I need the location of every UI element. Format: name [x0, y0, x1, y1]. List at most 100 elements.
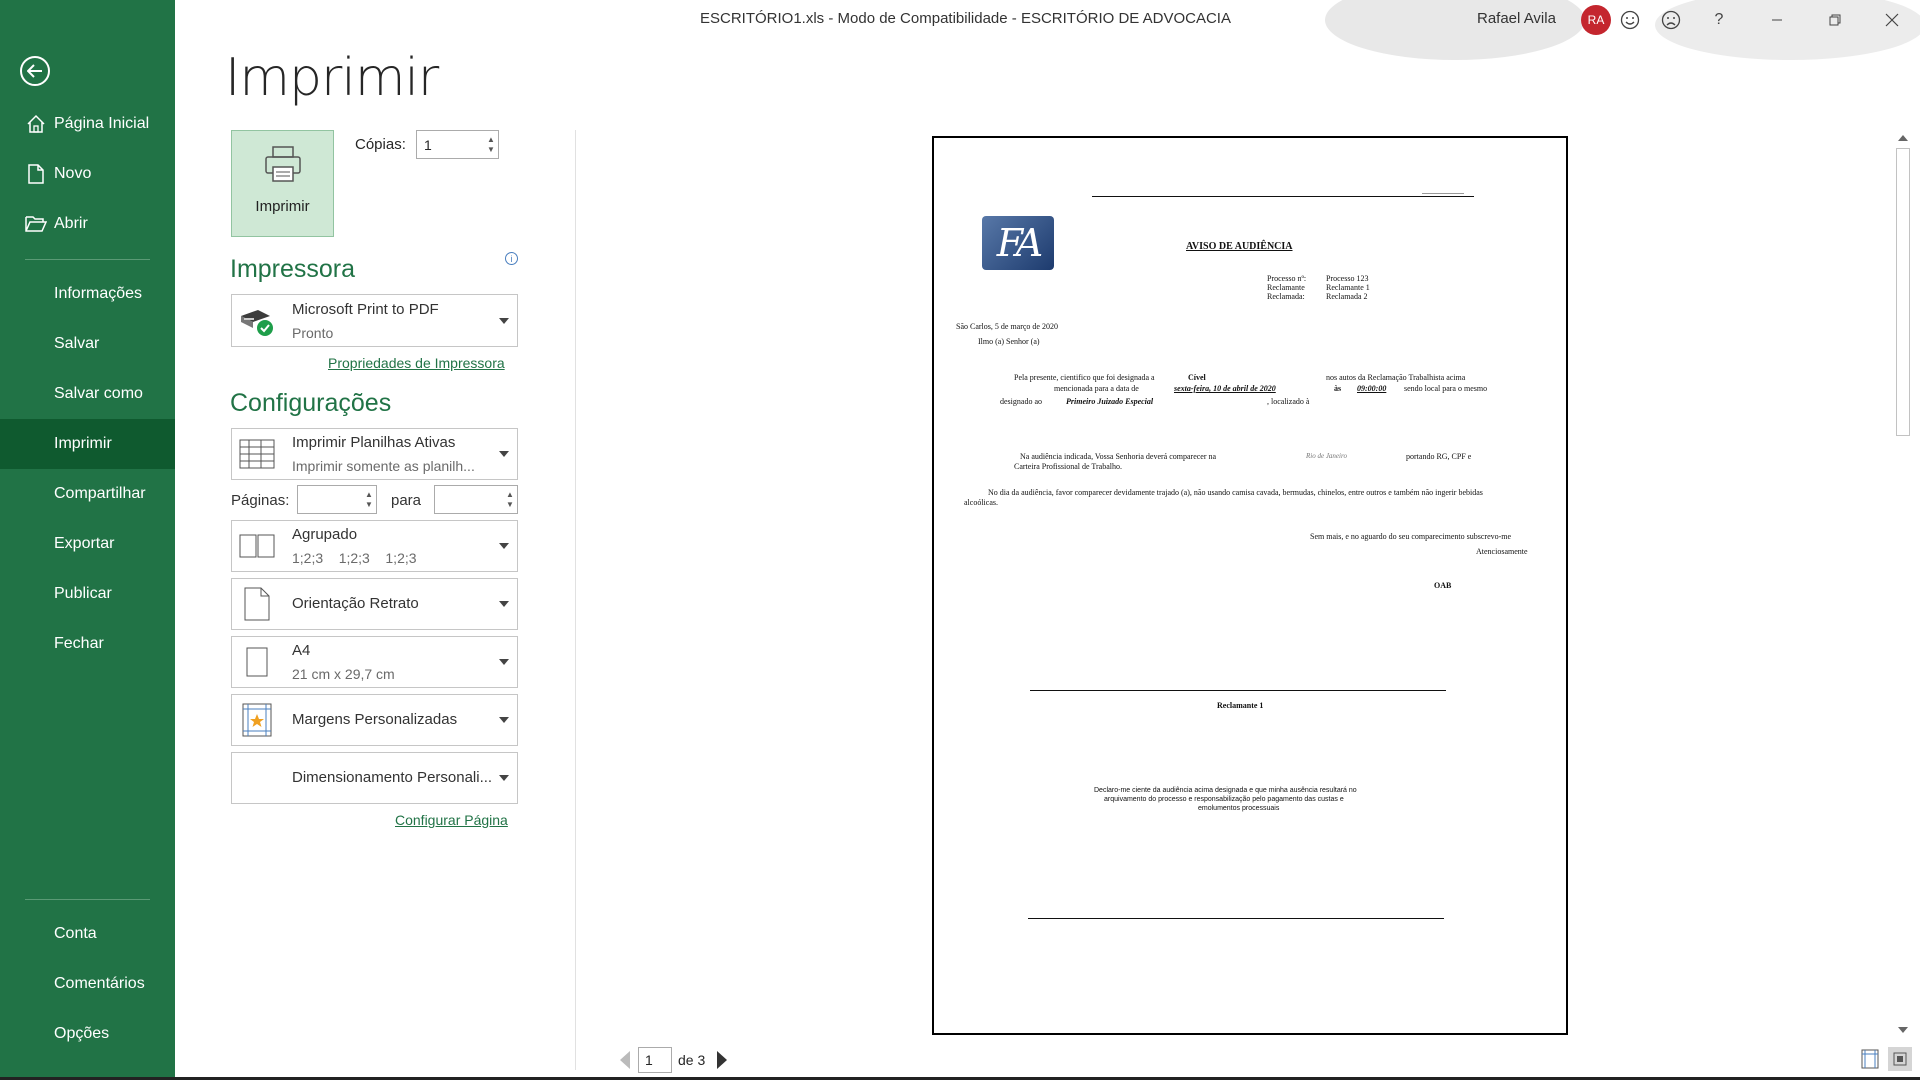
doc-p2-city: Rio de Janeiro: [1306, 452, 1347, 460]
backstage-sidebar: Página Inicial Novo Abrir Informações Sa…: [0, 0, 175, 1080]
copies-value: 1: [424, 136, 432, 153]
paper-size-dropdown[interactable]: A4 21 cm x 29,7 cm: [231, 636, 518, 688]
stepper-arrows[interactable]: ▲ ▼: [362, 486, 376, 513]
frown-icon[interactable]: [1659, 8, 1683, 32]
collated-pages-icon: [238, 527, 276, 565]
printer-icon: [263, 145, 303, 188]
scroll-down-icon[interactable]: [1898, 1027, 1908, 1033]
nav-salvar[interactable]: Salvar: [0, 319, 175, 369]
page-setup-link[interactable]: Configurar Página: [395, 812, 508, 828]
show-margins-icon[interactable]: [1860, 1049, 1880, 1074]
doc-reclamante-label: Reclamante: [1267, 283, 1305, 292]
pages-to-stepper[interactable]: ▲ ▼: [434, 485, 518, 514]
nav-label: Exportar: [54, 535, 115, 552]
page-navigator: 1 de 3: [620, 1047, 728, 1073]
chevron-down-icon: [499, 717, 509, 723]
doc-p1-f: designado ao: [1000, 397, 1042, 406]
panel-divider: [575, 130, 576, 1070]
nav-compartilhar[interactable]: Compartilhar: [0, 469, 175, 519]
nav-conta[interactable]: Conta: [0, 909, 175, 959]
doc-title: AVISO DE AUDIÊNCIA: [1186, 241, 1293, 252]
nav-abrir[interactable]: Abrir: [0, 199, 175, 249]
doc-p3: No dia da audiência, favor comparecer de…: [988, 488, 1483, 497]
chevron-down-icon: [499, 601, 509, 607]
info-icon[interactable]: i: [505, 252, 518, 265]
orientation-label: Orientação Retrato: [292, 595, 419, 612]
zoom-to-page-icon[interactable]: [1888, 1047, 1912, 1071]
nav-opcoes[interactable]: Opções: [0, 1009, 175, 1059]
copies-label: Cópias:: [355, 136, 406, 153]
printer-properties-link[interactable]: Propriedades de Impressora: [328, 355, 505, 371]
pages-from-stepper[interactable]: ▲ ▼: [297, 485, 377, 514]
nav-label: Página Inicial: [54, 115, 150, 132]
print-what-main: Imprimir Planilhas Ativas: [292, 434, 456, 451]
doc-decl-2: arquivamento do processo e responsabiliz…: [1104, 796, 1344, 803]
orientation-dropdown[interactable]: Orientação Retrato: [231, 578, 518, 630]
stepper-arrows[interactable]: ▲ ▼: [484, 131, 498, 158]
rule-line: [1092, 196, 1474, 197]
copies-stepper[interactable]: 1 ▲ ▼: [416, 130, 499, 159]
nav-salvar-como[interactable]: Salvar como: [0, 369, 175, 419]
next-page-icon[interactable]: [717, 1051, 728, 1069]
avatar[interactable]: RA: [1581, 5, 1611, 35]
window-title: ESCRITÓRIO1.xls - Modo de Compatibilidad…: [700, 10, 1231, 27]
doc-closing-2: Atenciosamente: [1476, 547, 1528, 556]
nav-label: Compartilhar: [54, 485, 146, 502]
nav-informacoes[interactable]: Informações: [0, 269, 175, 319]
collate-dropdown[interactable]: Agrupado 1;2;3 1;2;3 1;2;3: [231, 520, 518, 572]
margins-dropdown[interactable]: Margens Personalizadas: [231, 694, 518, 746]
nav-novo[interactable]: Novo: [0, 149, 175, 199]
doc-city-date: São Carlos, 5 de março de 2020: [956, 322, 1058, 331]
scroll-up-icon[interactable]: [1898, 135, 1908, 141]
chevron-down-icon: [499, 451, 509, 457]
stepper-arrows[interactable]: ▲ ▼: [503, 486, 517, 513]
print-button-label: Imprimir: [255, 198, 310, 215]
smile-icon[interactable]: [1618, 8, 1642, 32]
nav-imprimir[interactable]: Imprimir: [0, 419, 175, 469]
nav-comentarios[interactable]: Comentários: [0, 959, 175, 1009]
print-what-dropdown[interactable]: Imprimir Planilhas Ativas Imprimir somen…: [231, 428, 518, 480]
nav-fechar[interactable]: Fechar: [0, 619, 175, 669]
doc-p1-d: mencionada para a data de: [1054, 384, 1139, 393]
close-icon[interactable]: [1880, 8, 1904, 32]
page-title: Imprimir: [225, 48, 439, 108]
scaling-dropdown[interactable]: Dimensionamento Personali...: [231, 752, 518, 804]
nav-label: Salvar: [54, 335, 100, 352]
print-button[interactable]: Imprimir: [231, 130, 334, 237]
doc-p1-c: nos autos da Reclamação Trabalhista acim…: [1326, 373, 1466, 382]
scrollbar-thumb[interactable]: [1896, 148, 1910, 436]
printer-section-title: Impressora: [230, 255, 356, 283]
paper-size-sub: 21 cm x 29,7 cm: [292, 666, 395, 682]
nav-exportar[interactable]: Exportar: [0, 519, 175, 569]
chevron-down-icon: [499, 659, 509, 665]
doc-reclamada-value: Reclamada 2: [1326, 292, 1368, 301]
doc-p1-e: sendo local para o mesmo: [1404, 384, 1488, 393]
print-what-sub: Imprimir somente as planilh...: [292, 458, 475, 474]
pages-label: Páginas:: [231, 492, 290, 509]
worksheet-grid-icon: [238, 435, 276, 473]
nav-label: Informações: [54, 285, 143, 302]
restore-icon[interactable]: [1823, 8, 1847, 32]
page-number-input[interactable]: 1: [638, 1047, 672, 1073]
doc-oab: OAB: [1434, 581, 1452, 590]
signature-line: [1030, 690, 1446, 691]
collate-sub: 1;2;3 1;2;3 1;2;3: [292, 550, 417, 566]
minimize-icon[interactable]: [1765, 8, 1789, 32]
nav-label: Imprimir: [54, 435, 112, 452]
nav-divider: [25, 259, 150, 260]
doc-p2-b: portando RG, CPF e: [1406, 452, 1472, 461]
user-name[interactable]: Rafael Avila: [1477, 10, 1556, 27]
collate-main: Agrupado: [292, 526, 358, 543]
doc-reclamada-label: Reclamada:: [1267, 292, 1305, 301]
doc-p2-c: Carteira Profissional de Trabalho.: [1014, 462, 1122, 471]
back-arrow-icon[interactable]: [20, 56, 50, 86]
chevron-down-icon: [499, 317, 509, 324]
nav-publicar[interactable]: Publicar: [0, 569, 175, 619]
help-icon[interactable]: ?: [1707, 8, 1731, 32]
nav-label: Abrir: [54, 215, 88, 232]
printer-dropdown[interactable]: Microsoft Print to PDF Pronto: [231, 294, 518, 347]
rule-line: [1422, 193, 1464, 194]
nav-pagina-inicial[interactable]: Página Inicial: [0, 99, 175, 149]
preview-scrollbar[interactable]: [1894, 130, 1912, 1040]
previous-page-icon[interactable]: [620, 1051, 630, 1069]
